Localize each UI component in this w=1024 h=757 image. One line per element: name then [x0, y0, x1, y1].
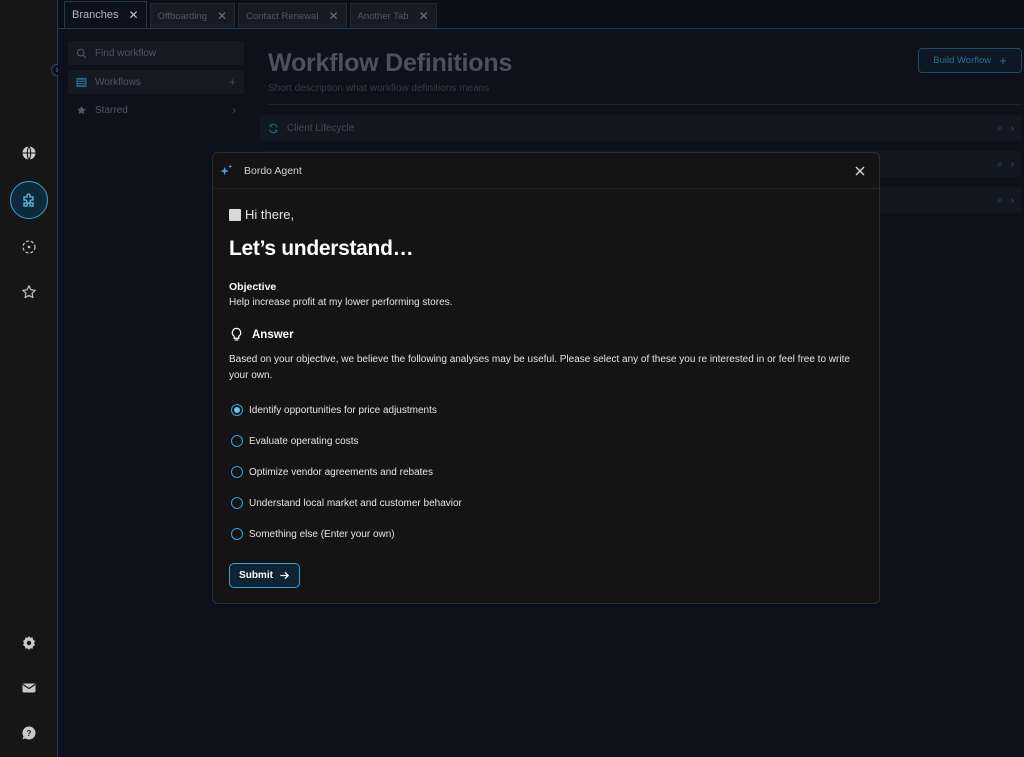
lightbulb-icon [231, 327, 242, 341]
close-icon[interactable] [853, 164, 867, 178]
objective-text: Help increase profit at my lower perform… [229, 297, 453, 308]
option-label: Identify opportunities for price adjustm… [249, 404, 437, 416]
greeting: Hi there, [229, 207, 294, 222]
option-label: Understand local market and customer beh… [249, 497, 462, 509]
tab-another-tab[interactable]: Another Tab ✕ [349, 3, 437, 28]
arrow-right-icon [280, 571, 290, 580]
search-placeholder: Find workflow [95, 47, 157, 59]
sidebar-item-starred[interactable]: Starred › [68, 98, 244, 122]
tab-offboarding[interactable]: Offboarding ✕ [149, 3, 236, 28]
chevron-right-icon[interactable]: › [1011, 123, 1014, 134]
submit-label: Submit [239, 570, 273, 581]
tab-label: Branches [72, 9, 119, 21]
tab-branches[interactable]: Branches ✕ [64, 1, 147, 28]
search-icon[interactable]: ⌕ [997, 159, 1003, 170]
modal-title: Bordo Agent [244, 164, 302, 177]
svg-text:?: ? [27, 729, 32, 738]
help-icon[interactable]: ? [10, 714, 48, 752]
option-label: Optimize vendor agreements and rebates [249, 466, 433, 478]
agent-modal: Bordo Agent Hi there, Let’s understand… … [212, 152, 880, 604]
plus-icon: + [999, 53, 1007, 68]
close-icon[interactable]: ✕ [328, 10, 338, 22]
chevron-right-icon[interactable]: › [1011, 159, 1014, 170]
gear-icon[interactable] [10, 624, 48, 662]
divider [268, 104, 1022, 105]
answer-label: Answer [252, 328, 294, 341]
option-something-else[interactable]: Something else (Enter your own) [231, 528, 395, 540]
chevron-right-icon[interactable]: › [1011, 195, 1014, 206]
star-icon [77, 105, 86, 114]
page-title: Workflow Definitions [268, 49, 513, 77]
left-rail: ? [0, 0, 58, 757]
tab-bar: Branches ✕ Offboarding ✕ Contact Renewal… [58, 0, 1024, 29]
tab-label: Contact Renewal [246, 10, 319, 22]
submit-button[interactable]: Submit [229, 563, 300, 588]
radio-button[interactable] [231, 466, 243, 478]
radio-button[interactable] [231, 497, 243, 509]
puzzle-icon[interactable] [10, 181, 48, 219]
search-icon[interactable]: ⌕ [997, 195, 1003, 206]
workflow-row[interactable]: Client Lifecycle ⌕ › [260, 115, 1022, 141]
radio-button[interactable] [231, 528, 243, 540]
answer-heading: Answer [229, 327, 294, 342]
refresh-icon [269, 123, 278, 133]
page-subtitle: Short description what workflow definiti… [268, 83, 490, 94]
radio-button[interactable] [231, 404, 243, 416]
answer-text: Based on your objective, we believe the … [229, 354, 850, 381]
tab-label: Another Tab [357, 10, 409, 22]
option-price-adjustments[interactable]: Identify opportunities for price adjustm… [231, 404, 437, 416]
option-operating-costs[interactable]: Evaluate operating costs [231, 435, 359, 447]
add-icon[interactable]: + [229, 75, 236, 89]
headline: Let’s understand… [229, 237, 414, 260]
list-icon [76, 77, 87, 87]
option-vendor-agreements[interactable]: Optimize vendor agreements and rebates [231, 466, 433, 478]
search-input[interactable]: Find workflow [68, 41, 244, 65]
sidebar-item-workflows[interactable]: Workflows + [68, 70, 244, 94]
close-icon[interactable]: ✕ [217, 10, 227, 22]
tab-contact-renewal[interactable]: Contact Renewal ✕ [238, 3, 347, 28]
globe-icon[interactable] [10, 134, 48, 172]
option-local-market[interactable]: Understand local market and customer beh… [231, 497, 462, 509]
radio-button[interactable] [231, 435, 243, 447]
option-label: Something else (Enter your own) [249, 528, 395, 540]
close-icon[interactable]: ✕ [419, 10, 429, 22]
option-label: Evaluate operating costs [249, 435, 359, 447]
star-icon[interactable] [10, 273, 48, 311]
sparkle-icon [220, 164, 233, 176]
modal-header: Bordo Agent [213, 153, 879, 189]
mail-icon[interactable] [10, 669, 48, 707]
target-icon[interactable] [10, 228, 48, 266]
tab-label: Offboarding [157, 10, 208, 22]
emoji-placeholder-icon [229, 208, 241, 221]
objective-label: Objective [229, 281, 277, 293]
build-workflow-button[interactable]: Build Worflow + [918, 48, 1022, 73]
sidebar-item-label: Workflows [95, 76, 141, 88]
sidebar-item-label: Starred [95, 104, 128, 116]
search-icon[interactable]: ⌕ [997, 123, 1003, 134]
build-workflow-label: Build Worflow [933, 55, 992, 66]
search-icon [76, 48, 87, 58]
close-icon[interactable]: ✕ [128, 9, 138, 21]
chevron-right-icon[interactable]: › [232, 103, 236, 117]
workflow-name: Client Lifecycle [287, 122, 355, 134]
greeting-text: Hi there, [245, 207, 295, 222]
